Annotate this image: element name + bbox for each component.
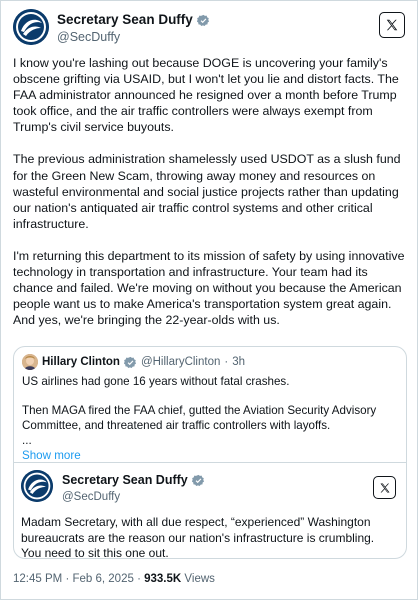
views-count[interactable]: 933.5K — [144, 573, 181, 585]
author-handle[interactable]: @SecDuffy — [57, 29, 210, 45]
reply-x-logo-button[interactable] — [373, 476, 396, 499]
person-avatar-icon — [22, 354, 38, 370]
verified-badge-icon — [123, 356, 137, 368]
tweet-paragraph: The previous administration shamelessly … — [13, 152, 401, 231]
tweet-date[interactable]: Feb 6, 2025 — [72, 573, 133, 585]
tweet-card: Secretary Sean Duffy @SecDuffy I know yo… — [0, 0, 418, 600]
show-more-link[interactable]: Show more — [22, 449, 81, 462]
tweet-paragraph: I know you're lashing out because DOGE i… — [13, 56, 399, 135]
verified-badge-icon — [196, 14, 209, 26]
reply-author-block: Secretary Sean Duffy @SecDuffy — [62, 472, 205, 505]
quoted-author-name[interactable]: Hillary Clinton — [42, 355, 120, 369]
x-logo-icon — [386, 19, 398, 31]
quoted-avatar[interactable] — [22, 354, 38, 370]
quoted-age[interactable]: 3h — [232, 355, 245, 369]
reply-author-handle[interactable]: @SecDuffy — [62, 489, 205, 505]
tweet-time[interactable]: 12:45 PM — [13, 573, 62, 585]
reply-avatar[interactable] — [21, 470, 53, 502]
separator-dot: · — [137, 573, 141, 585]
quoted-paragraph: Then MAGA fired the FAA chief, gutted th… — [22, 404, 377, 432]
dot-seal-icon — [13, 9, 49, 45]
tweet-paragraph: I'm returning this department to its mis… — [13, 248, 405, 328]
dot-seal-icon — [21, 470, 53, 502]
avatar[interactable] — [13, 9, 49, 45]
views-label: Views — [184, 573, 215, 585]
embedded-reply[interactable]: Secretary Sean Duffy @SecDuffy Madam Sec… — [14, 462, 406, 559]
author-name[interactable]: Secretary Sean Duffy — [57, 12, 193, 28]
quoted-paragraph: US airlines had gone 16 years without fa… — [22, 375, 290, 388]
tweet-header: Secretary Sean Duffy @SecDuffy — [13, 9, 405, 49]
quoted-ellipsis: ... — [22, 434, 32, 447]
separator-dot: · — [224, 356, 229, 368]
quoted-text: US airlines had gone 16 years without fa… — [22, 374, 398, 447]
quoted-header: Hillary Clinton @HillaryClinton · 3h — [22, 354, 398, 370]
quoted-author-handle[interactable]: @HillaryClinton — [141, 355, 220, 369]
tweet-body: I know you're lashing out because DOGE i… — [13, 55, 407, 344]
quoted-tweet[interactable]: Hillary Clinton @HillaryClinton · 3h US … — [13, 346, 407, 559]
tweet-metadata: 12:45 PM · Feb 6, 2025 · 933.5K Views — [13, 573, 215, 585]
x-logo-button[interactable] — [379, 12, 405, 38]
verified-badge-icon — [191, 474, 204, 486]
reply-author-name[interactable]: Secretary Sean Duffy — [62, 472, 188, 488]
reply-text: Madam Secretary, with all due respect, “… — [21, 515, 375, 559]
x-logo-icon — [380, 483, 389, 492]
separator-dot: · — [65, 573, 70, 585]
quoted-content: Hillary Clinton @HillaryClinton · 3h US … — [22, 354, 398, 464]
author-block: Secretary Sean Duffy @SecDuffy — [57, 12, 210, 45]
